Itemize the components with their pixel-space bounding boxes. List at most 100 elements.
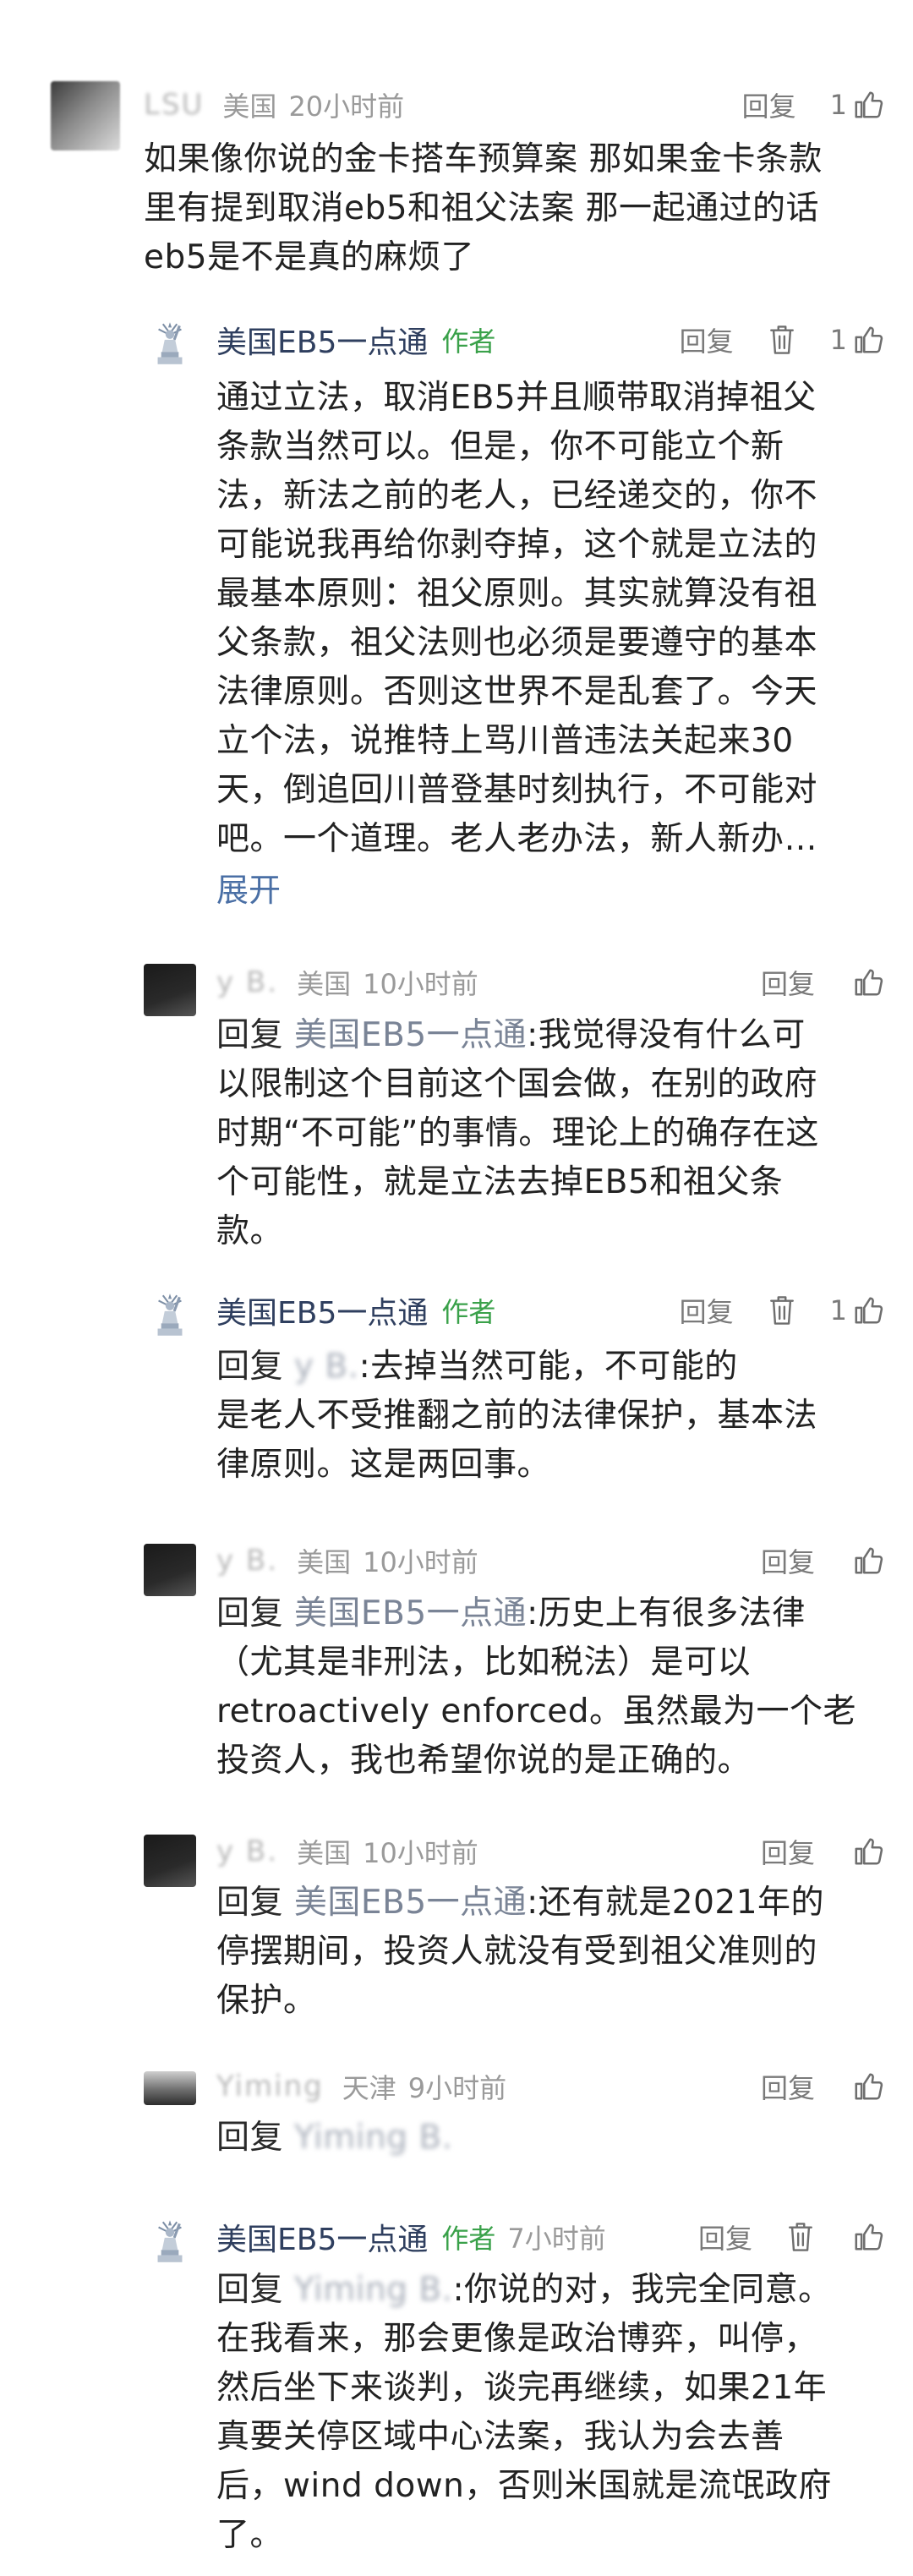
avatar[interactable] bbox=[51, 81, 120, 150]
reply-target-link[interactable]: Yiming B. bbox=[294, 2119, 453, 2157]
comment-line: 立个法，说推特上骂川普违法关起来30 bbox=[216, 722, 794, 760]
comment-meta: y B. 美国 10小时前 bbox=[216, 1540, 478, 1581]
statue-of-liberty-avatar[interactable] bbox=[144, 2215, 196, 2267]
thumbs-up-icon[interactable] bbox=[852, 89, 884, 121]
avatar[interactable] bbox=[144, 2071, 196, 2105]
thumbs-up-icon[interactable] bbox=[852, 2221, 884, 2253]
comment-body: 通过立法，取消EB5并且顺带取消掉祖父 条款当然可以。但是，你不可能立个新 法，… bbox=[216, 374, 884, 864]
comment-first-line: 回复 美国EB5一点通:我觉得没有什么可 bbox=[216, 1011, 884, 1060]
comment-body: 回复 美国EB5一点通:我觉得没有什么可 以限制这个目前这个国会做，在别的政府 … bbox=[216, 1011, 884, 1256]
reply-button[interactable]: 回复 bbox=[761, 963, 815, 1002]
comment-line: 最基本原则：祖父原则。其实就算没有祖 bbox=[216, 575, 818, 613]
timestamp: 7小时前 bbox=[507, 2223, 606, 2255]
reply-button[interactable]: 回复 bbox=[761, 1541, 815, 1580]
comment-first-line: 回复 y B.:去掉当然可能，不可能的 bbox=[216, 1343, 884, 1392]
thumbs-up-icon[interactable] bbox=[852, 1294, 884, 1326]
trash-icon[interactable] bbox=[768, 323, 796, 357]
thumbs-up-icon[interactable] bbox=[852, 1545, 884, 1577]
location: 美国 bbox=[297, 1546, 352, 1578]
comment-line: 是老人不受推翻之前的法律保护，基本法 bbox=[216, 1397, 818, 1435]
comment-line: 吧。一个道理。老人老办法，新人新办… bbox=[216, 820, 818, 858]
reply-target-link[interactable]: 美国EB5一点通 bbox=[294, 1884, 527, 1922]
statue-of-liberty-avatar[interactable] bbox=[144, 1288, 196, 1341]
reply-target-link[interactable]: Yiming B. bbox=[294, 2271, 453, 2309]
reply-prefix: 回复 bbox=[216, 2271, 284, 2309]
trash-icon[interactable] bbox=[786, 2220, 815, 2254]
author-badge: 作者 bbox=[441, 2223, 496, 2255]
comment-text: :我觉得没有什么可 bbox=[527, 1016, 806, 1054]
comment-line: 以限制这个目前这个国会做，在别的政府 bbox=[216, 1065, 818, 1103]
comment-line: （尤其是非刑法，比如税法）是可以 bbox=[216, 1643, 752, 1682]
comment-meta: LSU 美国 20小时前 bbox=[144, 85, 404, 125]
reply-button[interactable]: 回复 bbox=[761, 2067, 815, 2106]
thumbs-up-icon[interactable] bbox=[852, 2070, 884, 2103]
reply-button[interactable]: 回复 bbox=[680, 320, 734, 359]
username[interactable]: Yiming bbox=[216, 2070, 324, 2103]
comment-meta: 美国EB5一点通 作者 7小时前 bbox=[216, 2217, 606, 2257]
reply-button[interactable]: 回复 bbox=[698, 2218, 752, 2256]
username[interactable]: 美国EB5一点通 bbox=[216, 318, 428, 362]
author-badge: 作者 bbox=[441, 325, 496, 358]
thumbs-up-icon[interactable] bbox=[852, 1835, 884, 1868]
location: 天津 bbox=[342, 2072, 396, 2104]
comment-actions: 回复 bbox=[761, 2066, 884, 2107]
like-count: 1 bbox=[829, 324, 847, 356]
comment-body: 回复 Yiming B.:你说的对，我完全同意。 在我看来，那会更像是政治博弈，… bbox=[216, 2266, 884, 2560]
comment-text: :你说的对，我完全同意。 bbox=[452, 2271, 832, 2309]
comment-first-line: 回复 Yiming B. bbox=[216, 2114, 884, 2163]
comment-first-line: 回复 Yiming B.:你说的对，我完全同意。 bbox=[216, 2266, 884, 2315]
reply-target-link[interactable]: 美国EB5一点通 bbox=[294, 1016, 527, 1054]
timestamp: 10小时前 bbox=[363, 1546, 478, 1578]
comment-actions: 回复 1 bbox=[742, 85, 884, 125]
comment-actions: 回复 1 bbox=[680, 1290, 884, 1331]
comment-line: 父条款，祖父法则也必须是要遵守的基本 bbox=[216, 624, 818, 662]
timestamp: 20小时前 bbox=[288, 90, 405, 123]
reply-button[interactable]: 回复 bbox=[761, 1832, 815, 1871]
username[interactable]: LSU bbox=[144, 88, 204, 122]
comment-line: 投资人，我也希望你说的是正确的。 bbox=[216, 1742, 752, 1780]
reply-prefix: 回复 bbox=[216, 1348, 284, 1386]
comment-body: 回复 Yiming B. bbox=[216, 2114, 884, 2163]
comment-line: 个可能性，就是立法去掉EB5和祖父条 bbox=[216, 1163, 784, 1201]
reply-button[interactable]: 回复 bbox=[742, 85, 796, 124]
statue-of-liberty-avatar[interactable] bbox=[144, 317, 196, 369]
username[interactable]: 美国EB5一点通 bbox=[216, 1288, 428, 1332]
timestamp: 9小时前 bbox=[407, 2072, 507, 2104]
comment-line: 后，wind down，否则米国就是流氓政府 bbox=[216, 2467, 832, 2505]
timestamp: 10小时前 bbox=[363, 1837, 478, 1869]
comment-line: 法，新法之前的老人，已经递交的，你不 bbox=[216, 477, 818, 515]
comment-line: 在我看来，那会更像是政治博弈，叫停， bbox=[216, 2320, 818, 2358]
comment-line: 可能说我再给你剥夺掉，这个就是立法的 bbox=[216, 526, 818, 564]
location: 美国 bbox=[297, 968, 352, 1000]
username[interactable]: y B. bbox=[216, 1544, 278, 1578]
author-badge: 作者 bbox=[441, 1296, 496, 1328]
username[interactable]: y B. bbox=[216, 965, 278, 999]
avatar[interactable] bbox=[144, 964, 196, 1016]
comment-line: 停摆期间，投资人就没有受到祖父准则的 bbox=[216, 1933, 818, 1971]
comment-line: retroactively enforced。虽然最为一个老 bbox=[216, 1693, 857, 1731]
location: 美国 bbox=[222, 90, 277, 123]
like-count: 1 bbox=[829, 1294, 847, 1326]
reply-target-link[interactable]: 美国EB5一点通 bbox=[294, 1594, 527, 1633]
expand-link[interactable]: 展开 bbox=[216, 864, 281, 911]
username[interactable]: 美国EB5一点通 bbox=[216, 2215, 428, 2259]
comment-line: 了。 bbox=[216, 2516, 284, 2554]
reply-prefix: 回复 bbox=[216, 1016, 284, 1054]
comment-first-line: 回复 美国EB5一点通:历史上有很多法律 bbox=[216, 1589, 884, 1638]
username[interactable]: y B. bbox=[216, 1835, 278, 1868]
location: 美国 bbox=[297, 1837, 352, 1869]
thumbs-up-icon[interactable] bbox=[852, 966, 884, 998]
reply-target-link[interactable]: y B. bbox=[294, 1348, 359, 1386]
timestamp: 10小时前 bbox=[363, 968, 478, 1000]
thumbs-up-icon[interactable] bbox=[852, 324, 884, 356]
comment-line: 通过立法，取消EB5并且顺带取消掉祖父 bbox=[216, 379, 817, 417]
trash-icon[interactable] bbox=[768, 1293, 796, 1327]
avatar[interactable] bbox=[144, 1835, 196, 1887]
like-count: 1 bbox=[829, 89, 847, 121]
comment-line: 款。 bbox=[216, 1212, 284, 1250]
avatar[interactable] bbox=[144, 1544, 196, 1596]
reply-button[interactable]: 回复 bbox=[680, 1291, 734, 1330]
comment-actions: 回复 bbox=[698, 2217, 884, 2257]
comment-meta: 美国EB5一点通 作者 bbox=[216, 1290, 495, 1331]
comment-meta: y B. 美国 10小时前 bbox=[216, 962, 478, 1003]
